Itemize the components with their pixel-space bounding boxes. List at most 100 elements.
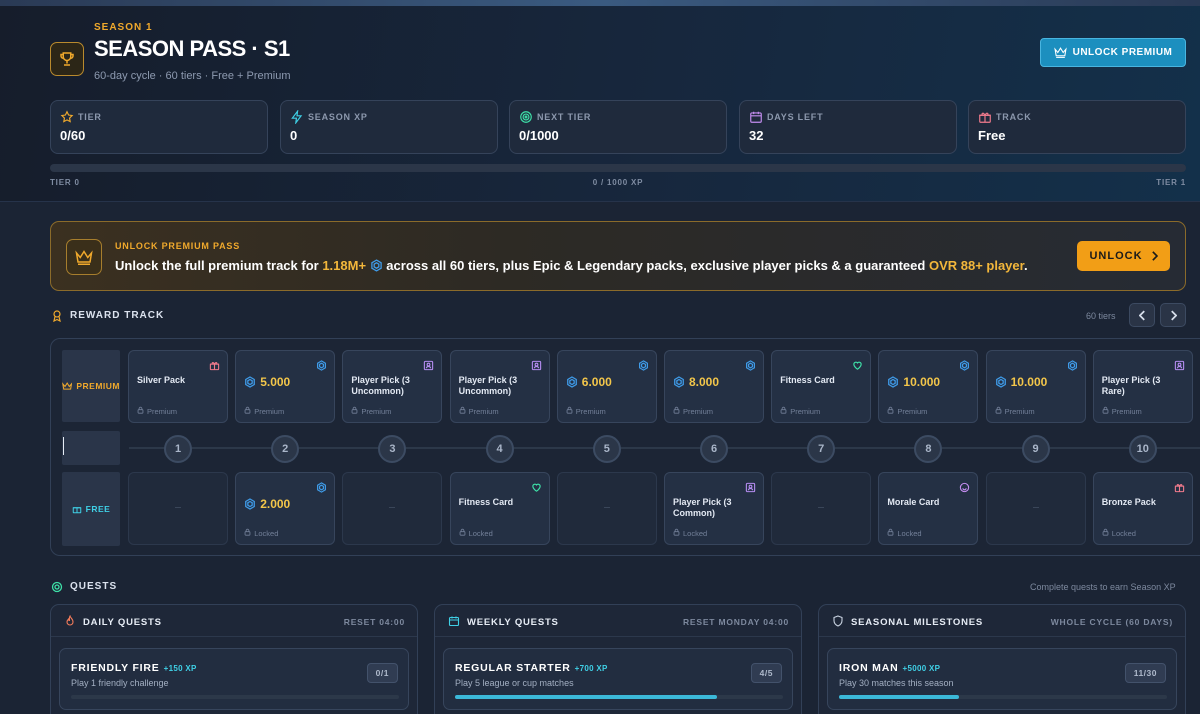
tier-node[interactable]: 4 (485, 435, 514, 463)
quest-item[interactable]: FRIENDLY FIRE +150 XP Play 1 friendly cha… (59, 648, 409, 710)
free-row-label: FREE (62, 472, 120, 546)
reward-footer: Premium (887, 406, 927, 416)
tier-node[interactable]: 5 (592, 435, 621, 463)
quest-progress-bar (455, 695, 783, 699)
tier-node[interactable]: 7 (807, 435, 836, 463)
coin-icon (316, 480, 327, 493)
reward-name: Player Pick (3 Common) (673, 497, 732, 518)
lock-icon (244, 406, 251, 416)
bolt-icon (291, 110, 303, 124)
stat-value: 0/60 (60, 128, 86, 143)
lock-icon (1102, 406, 1109, 416)
free-reward-empty[interactable] (771, 472, 872, 545)
quest-desc: Play 1 friendly challenge (71, 678, 169, 688)
next-page-button[interactable] (1160, 303, 1186, 327)
quest-xp: +150 XP (163, 664, 197, 673)
reward-footer-label: Premium (683, 406, 714, 416)
reward-footer-label: Premium (575, 406, 606, 416)
reward-track-title: REWARD TRACK (70, 310, 165, 321)
premium-reward-card[interactable]: 5.000 Premium (235, 350, 336, 423)
empty-dash (818, 507, 825, 508)
panel-header: SEASONAL MILESTONES WHOLE CYCLE (60 DAYS… (819, 605, 1185, 637)
reward-footer: Locked (459, 528, 493, 538)
reward-footer-label: Premium (1111, 406, 1142, 416)
tier-node[interactable]: 6 (700, 435, 728, 463)
panel-title: WEEKLY QUESTS (467, 617, 559, 628)
reward-name: Player Pick (3 Uncommon) (458, 375, 518, 396)
premium-reward-card[interactable]: 10.000 Premium (985, 350, 1086, 423)
stat-label: TIER (78, 112, 102, 122)
quest-desc: Play 5 league or cup matches (455, 678, 574, 688)
quest-progress-bar (71, 695, 399, 699)
coin-icon (1067, 358, 1078, 371)
tier-node[interactable]: 3 (378, 435, 407, 463)
season-label: SEASON 1 (94, 22, 153, 33)
shield-icon (833, 615, 843, 627)
star-icon (60, 110, 74, 123)
reward-track: PREMIUM FREE Silver Pack Premium 5.000 Prem… (50, 338, 1200, 556)
coin-icon (745, 358, 756, 371)
premium-reward-card[interactable]: Fitness Card Premium (771, 350, 872, 423)
tier-node[interactable]: 10 (1128, 435, 1157, 463)
reward-footer-label: Premium (254, 406, 285, 416)
daily-quests-panel: DAILY QUESTS RESET 04:00 FRIENDLY FIRE +1… (50, 604, 418, 714)
unlock-premium-button[interactable]: UNLOCK PREMIUM (1040, 38, 1186, 67)
empty-dash (389, 507, 396, 508)
free-reward-card[interactable]: Player Pick (3 Common) Locked (664, 472, 764, 545)
reward-footer: Premium (351, 406, 391, 416)
lock-icon (887, 528, 894, 538)
reward-name: Silver Pack (137, 375, 186, 385)
premium-reward-card[interactable]: Player Pick (3 Uncommon) Premium (342, 350, 443, 423)
reward-name: Player Pick (3 Rare) (1101, 375, 1161, 396)
quest-progress-bar (839, 695, 1167, 699)
reward-footer-label: Locked (254, 528, 279, 538)
unlock-button[interactable]: UNLOCK (1077, 241, 1170, 271)
free-reward-empty[interactable] (985, 472, 1086, 545)
quest-count: 4/5 (750, 663, 782, 683)
prev-page-button[interactable] (1129, 303, 1155, 327)
text-caret (63, 437, 64, 455)
lock-icon (459, 406, 466, 416)
free-reward-card[interactable]: Fitness Card Locked (449, 472, 550, 545)
quest-progress-fill (839, 695, 960, 699)
free-reward-card[interactable]: Bronze Pack Locked (1092, 472, 1193, 545)
stat-value: 0/1000 (519, 128, 559, 143)
quest-xp: +700 XP (574, 664, 608, 673)
premium-reward-card[interactable]: 8.000 Premium (664, 350, 764, 423)
premium-label: PREMIUM (76, 381, 120, 391)
reward-amount-value: 8.000 (689, 375, 720, 389)
tier-node[interactable]: 9 (1021, 435, 1050, 463)
tier-node[interactable]: 1 (164, 435, 192, 463)
free-reward-empty[interactable] (128, 472, 228, 545)
quest-item[interactable]: REGULAR STARTER +700 XP Play 5 league or … (443, 648, 793, 710)
page-title: SEASON PASS · S1 (94, 36, 290, 61)
premium-reward-card[interactable]: 6.000 Premium (556, 350, 657, 423)
quest-item[interactable]: IRON MAN +5000 XP Play 30 matches this se… (827, 648, 1177, 710)
free-reward-card[interactable]: Morale Card Locked (878, 472, 979, 545)
reward-amount-value: 10.000 (903, 375, 941, 389)
reward-name: Bronze Pack (1101, 497, 1156, 507)
premium-reward-card[interactable]: Player Pick (3 Rare) Premium (1092, 350, 1193, 423)
lock-icon (459, 528, 466, 538)
premium-reward-card[interactable]: Player Pick (3 Uncommon) Premium (449, 350, 550, 423)
stat-label: NEXT TIER (537, 112, 592, 122)
chevron-left-icon (1138, 310, 1145, 320)
premium-reward-card[interactable]: Silver Pack Premium (128, 350, 228, 423)
stat-value: 32 (749, 128, 764, 143)
free-reward-empty[interactable] (342, 472, 443, 545)
free-reward-empty[interactable] (556, 472, 657, 545)
tier-node[interactable]: 2 (271, 435, 300, 463)
gift-icon (979, 112, 991, 123)
premium-reward-card[interactable]: 10.000 Premium (878, 350, 979, 423)
banner-text-part: . (1023, 258, 1028, 273)
tier-node[interactable]: 8 (914, 435, 943, 463)
coin-icon (959, 358, 970, 371)
banner-label: UNLOCK PREMIUM PASS (115, 241, 241, 251)
calendar-icon (750, 111, 762, 123)
heart-icon (531, 480, 542, 492)
reward-amount: 5.000 (244, 375, 290, 389)
chevron-right-icon (1151, 251, 1158, 261)
lock-icon (566, 406, 573, 416)
reward-footer: Locked (1102, 528, 1136, 538)
free-reward-card[interactable]: 2.000 Locked (235, 472, 336, 545)
